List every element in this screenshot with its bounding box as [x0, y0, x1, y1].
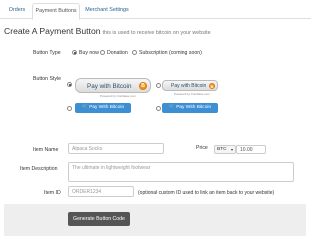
- tab-orders[interactable]: Orders: [4, 3, 30, 17]
- page-title-text: Create A Payment Button: [4, 26, 101, 36]
- tab-payment-buttons[interactable]: Payment Buttons: [32, 3, 80, 20]
- style-blue-text: Pay With Bitcoin: [89, 105, 125, 110]
- style-blue-small-radio[interactable]: [156, 106, 161, 111]
- style-small-radio[interactable]: [156, 83, 161, 88]
- item-name-input[interactable]: Alpaca Socks: [68, 143, 164, 154]
- tab-merchant-settings[interactable]: Merchant Settings: [82, 3, 132, 17]
- item-description-label: Item Description: [20, 166, 58, 172]
- form-actions: [4, 204, 306, 236]
- item-name-label: Item Name: [33, 147, 59, 153]
- price-label: Price: [196, 145, 208, 151]
- item-id-help: (optional custom ID used to link an item…: [138, 190, 275, 196]
- style-small-text: Pay with Bitcoin: [171, 83, 207, 89]
- button-type-donation-label[interactable]: Donation: [107, 50, 128, 56]
- price-input[interactable]: 10.00: [236, 145, 266, 154]
- item-description-textarea[interactable]: The ultimate in lightweight footwear: [68, 162, 294, 182]
- bitcoin-icon: B: [209, 83, 215, 89]
- item-id-label: Item ID: [44, 190, 61, 196]
- style-blue-small-text: Pay With Bitcoin: [176, 105, 212, 110]
- style-blue-radio[interactable]: [67, 106, 72, 111]
- button-style-label: Button Style: [33, 76, 61, 82]
- button-type-donation-radio[interactable]: [100, 50, 105, 55]
- chevron-down-icon: ▾: [230, 147, 233, 152]
- currency-value: BTC: [217, 147, 227, 152]
- style-large-text: Pay with Bitcoin: [87, 82, 132, 90]
- style-blue-button[interactable]: 🛒 Pay With Bitcoin: [75, 103, 131, 113]
- bitcoin-icon: B: [139, 82, 147, 90]
- generate-button-code-button[interactable]: Generate Button Code: [68, 212, 130, 226]
- button-type-label: Button Type: [33, 50, 61, 56]
- page-subtitle: this is used to receive bitcoin on your …: [102, 30, 211, 36]
- button-type-subscription-radio[interactable]: [132, 50, 137, 55]
- style-large-radio[interactable]: [67, 82, 72, 87]
- currency-select[interactable]: BTC ▾: [214, 145, 236, 154]
- page-title: Create A Payment Button this is used to r…: [4, 26, 211, 36]
- style-small-button[interactable]: Pay with Bitcoin B: [162, 80, 218, 91]
- item-id-input[interactable]: ORDER1234: [68, 186, 134, 197]
- style-blue-small-button[interactable]: 🛒 Pay With Bitcoin: [162, 103, 218, 113]
- style-small-powered-text: Powered by Coinbase.com: [174, 92, 210, 96]
- button-type-buy-now-radio[interactable]: [72, 50, 77, 55]
- style-large-powered-text: Powered by Coinbase.com: [100, 94, 136, 98]
- button-type-buy-now-label[interactable]: Buy now: [79, 50, 99, 56]
- style-large-button[interactable]: Pay with Bitcoin B: [75, 78, 151, 93]
- button-type-subscription-label[interactable]: Subscription (coming soon): [139, 50, 202, 56]
